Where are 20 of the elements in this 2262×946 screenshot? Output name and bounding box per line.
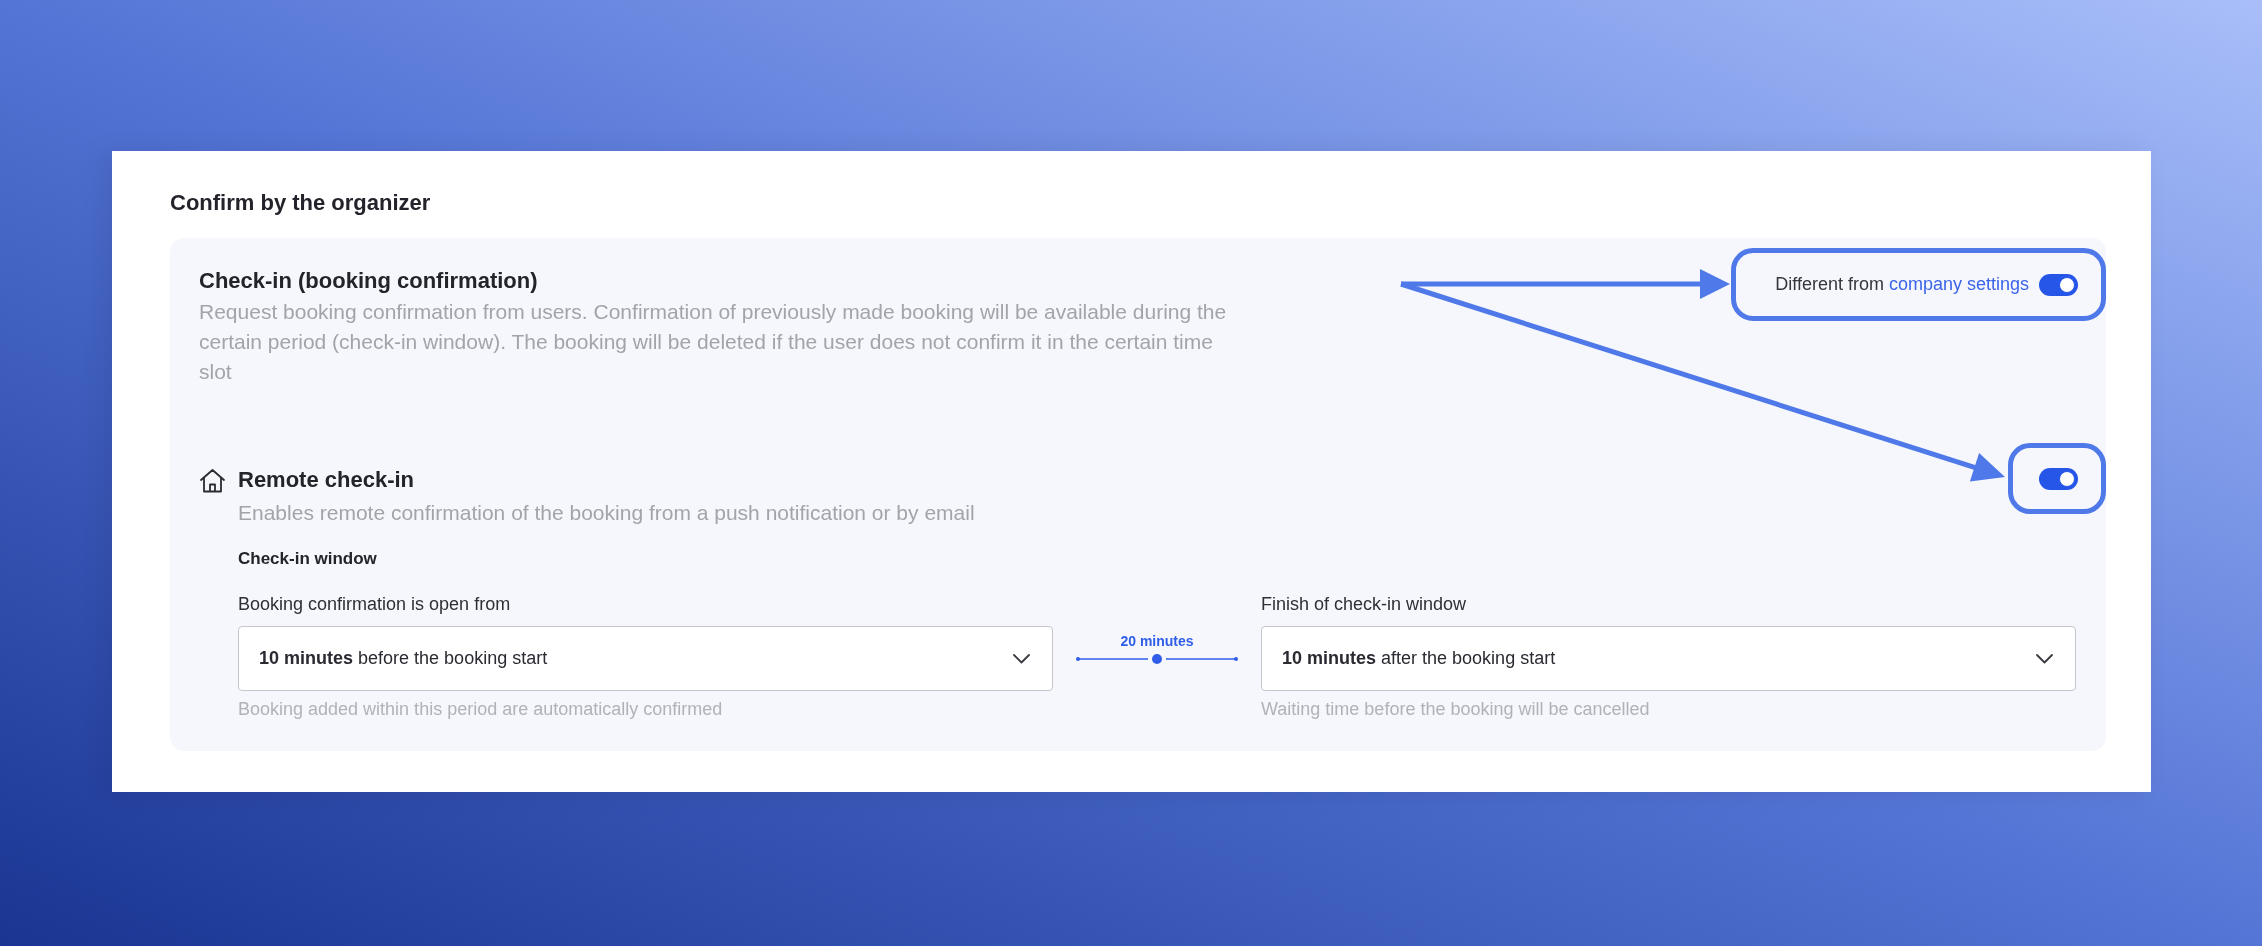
- chevron-down-icon: [2036, 653, 2053, 664]
- field-label: Finish of check-in window: [1261, 593, 1468, 616]
- override-label: Different from company settings: [1775, 273, 2029, 296]
- time-dropdown[interactable]: 10 minutes before the booking start: [238, 626, 1053, 691]
- company-settings-link[interactable]: company settings: [1888, 274, 2029, 294]
- house-icon: [199, 467, 226, 493]
- remote-check-in-description: Enables remote confirmation of the booking from a push notification or by email: [238, 500, 975, 526]
- field-label: Booking confirmation is open from: [238, 593, 512, 616]
- duration-label: 20 minutes: [1120, 632, 1194, 650]
- override-toggle[interactable]: [2039, 273, 2078, 296]
- remote-check-in-title: Remote check-in: [238, 466, 415, 494]
- check-in-window-title: Check-in window: [238, 548, 378, 570]
- check-in-description: Request booking confirmation from users. Confirmation of previously made booking will be available during the certain period (check-in window). The booking will be deleted if the user does not confirm it in the certain time slot: [199, 299, 1228, 385]
- field-hint: Waiting time before the booking will be cancelled: [1261, 698, 1651, 721]
- section-title: Confirm by the organizer: [170, 189, 432, 217]
- time-dropdown[interactable]: 10 minutes after the booking start: [1261, 626, 2076, 691]
- check-in-title: Check-in (booking confirmation): [199, 267, 539, 295]
- remote-check-in-toggle[interactable]: [2039, 467, 2078, 490]
- chevron-down-icon: [1013, 653, 1030, 664]
- field-hint: Booking added within this period are automatically confirmed: [238, 698, 724, 721]
